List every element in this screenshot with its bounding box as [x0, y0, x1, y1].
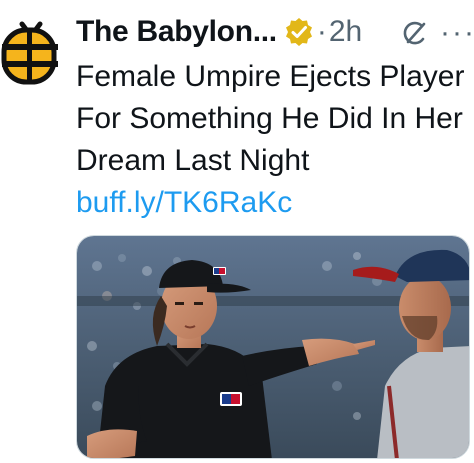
tweet-card[interactable]: The Babylon... · 2h ··· Female Umpire Ej…	[0, 0, 474, 463]
babylon-bee-logo-icon	[1, 21, 58, 85]
avatar[interactable]	[0, 14, 60, 90]
grok-icon[interactable]	[400, 20, 428, 48]
header-separator: ·	[316, 15, 327, 48]
tweet-text: Female Umpire Ejects Player For Somethin…	[76, 56, 468, 224]
tweet-media-image[interactable]	[76, 235, 470, 459]
author-name[interactable]: The Babylon...	[76, 15, 277, 49]
tweet-text-main: Female Umpire Ejects Player For Somethin…	[76, 60, 465, 177]
more-icon[interactable]: ···	[440, 18, 474, 48]
umpire-photo-illustration	[77, 236, 469, 458]
verified-badge-icon[interactable]	[283, 16, 315, 48]
tweet-header: The Babylon... · 2h	[76, 12, 362, 52]
timestamp[interactable]: 2h	[329, 15, 362, 49]
tweet-link[interactable]: buff.ly/TK6RaKc	[76, 186, 292, 219]
